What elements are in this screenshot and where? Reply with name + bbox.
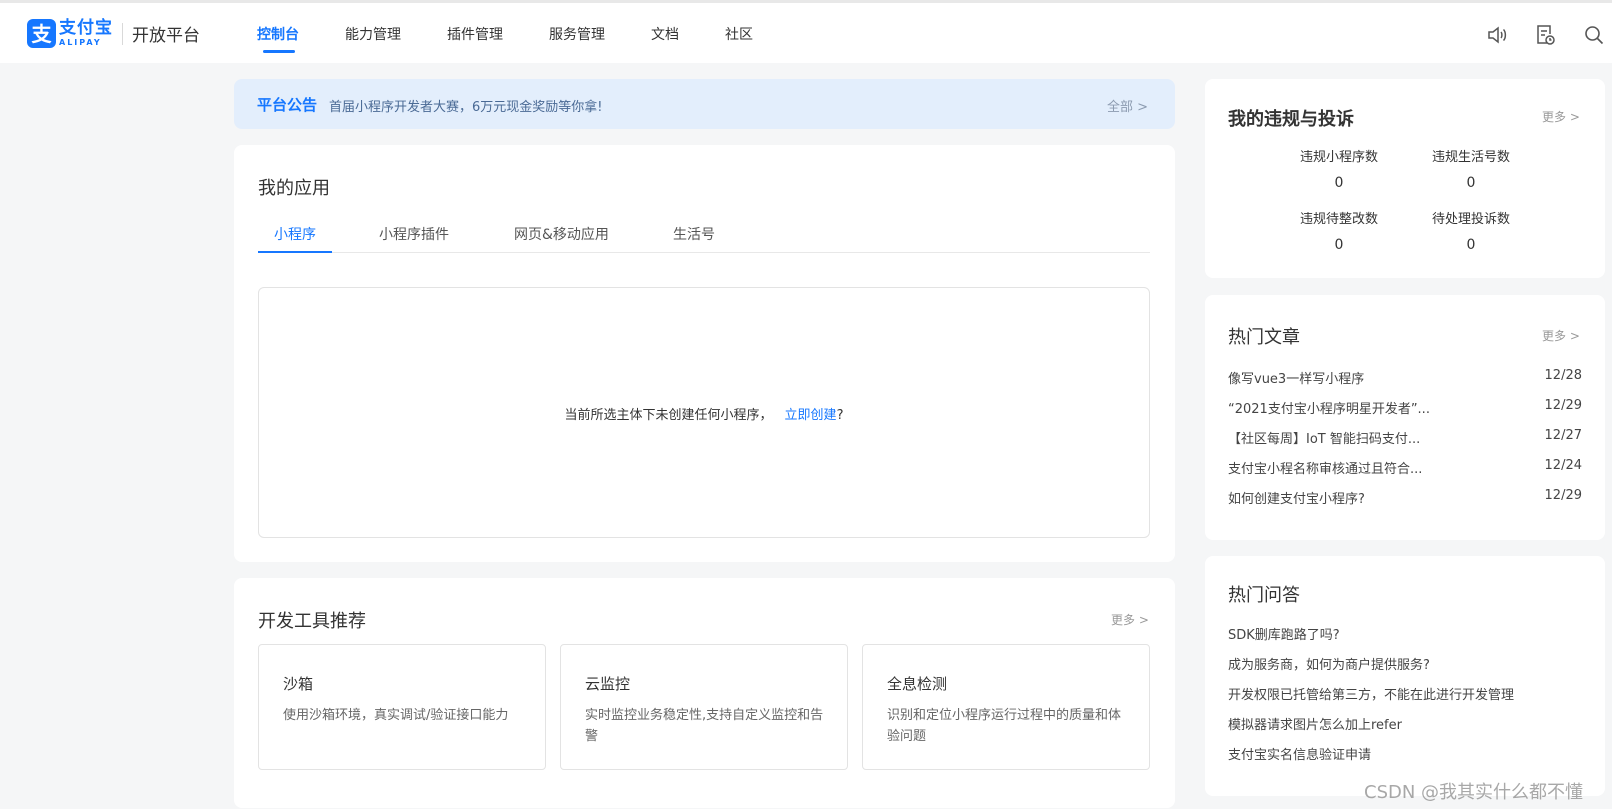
hot-articles-title: 热门文章 (1228, 327, 1300, 348)
notice-text[interactable]: 首届小程序开发者大赛，6万元现金奖励等你拿! (329, 96, 602, 115)
brand-name: 支付宝 (59, 18, 113, 38)
article-date: 12/29 (1544, 488, 1582, 503)
stat-label: 违规待整改数 (1299, 212, 1378, 227)
dev-tools-title: 开发工具推荐 (258, 611, 366, 632)
document-clock-icon[interactable] (1533, 23, 1557, 47)
alipay-logo-icon: 支 (27, 19, 56, 48)
article-title: 支付宝小程名称审核通过且符合... (1228, 462, 1423, 477)
stat-value[interactable]: 0 (1411, 237, 1531, 253)
tab-web-mobile-app[interactable]: 网页&移动应用 (514, 224, 609, 244)
tool-name: 沙箱 (283, 675, 314, 693)
article-date: 12/29 (1544, 398, 1582, 413)
qa-item[interactable]: 支付宝实名信息验证申请 (1228, 744, 1371, 763)
nav-community[interactable]: 社区 (725, 25, 753, 45)
stat-label: 违规小程序数 (1299, 150, 1378, 165)
qa-item[interactable]: 成为服务商，如何为商户提供服务? (1228, 654, 1430, 673)
article-item[interactable]: 像写vue3一样写小程序 12/28 (1228, 368, 1582, 387)
notice-all-link[interactable]: 全部 > (1107, 96, 1148, 115)
article-item[interactable]: “2021支付宝小程序明星开发者”... 12/29 (1228, 398, 1582, 417)
empty-state-message: 当前所选主体下未创建任何小程序， 立即创建? (259, 404, 1149, 423)
brand-name-en: ALIPAY (59, 38, 102, 47)
platform-name: 开放平台 (132, 26, 200, 46)
stat-label: 违规生活号数 (1431, 150, 1510, 165)
article-title: 如何创建支付宝小程序? (1228, 492, 1365, 507)
qa-item[interactable]: 开发权限已托管给第三方，不能在此进行开发管理 (1228, 684, 1514, 703)
article-title: 【社区每周】IoT 智能扫码支付... (1228, 432, 1421, 447)
tool-desc: 使用沙箱环境，真实调试/验证接口能力 (283, 708, 509, 723)
create-suffix: ? (836, 408, 844, 423)
tabs-divider (258, 252, 1150, 253)
speaker-icon[interactable] (1485, 23, 1509, 47)
qa-item[interactable]: SDK删库跑路了吗? (1228, 624, 1340, 643)
tab-active-indicator (258, 251, 332, 253)
qa-item[interactable]: 模拟器请求图片怎么加上refer (1228, 714, 1402, 733)
article-date: 12/24 (1544, 458, 1582, 473)
tool-name: 全息检测 (887, 675, 948, 693)
tool-card-holographic-detection[interactable]: 全息检测 识别和定位小程序运行过程中的质量和体验问题 (862, 644, 1150, 770)
stat-value[interactable]: 0 (1279, 175, 1399, 191)
hot-qa-title: 热门问答 (1228, 585, 1300, 606)
stat-label: 待处理投诉数 (1431, 212, 1510, 227)
article-date: 12/28 (1544, 368, 1582, 383)
tool-card-cloud-monitor[interactable]: 云监控 实时监控业务稳定性,支持自定义监控和告警 (560, 644, 848, 770)
nav-active-indicator (263, 50, 295, 53)
csdn-watermark: CSDN @我其实什么都不懂 (1364, 782, 1584, 803)
nav-plugin-management[interactable]: 插件管理 (447, 25, 503, 45)
stat-value[interactable]: 0 (1411, 175, 1531, 191)
empty-state-box: 当前所选主体下未创建任何小程序， 立即创建? (258, 287, 1150, 538)
logo-divider (122, 22, 123, 45)
article-title: “2021支付宝小程序明星开发者”... (1228, 402, 1430, 417)
nav-service-management[interactable]: 服务管理 (549, 25, 605, 45)
violations-more-link[interactable]: 更多 > (1542, 108, 1580, 125)
nav-console[interactable]: 控制台 (257, 25, 299, 45)
article-item[interactable]: 支付宝小程名称审核通过且符合... 12/24 (1228, 458, 1582, 477)
article-item[interactable]: 如何创建支付宝小程序? 12/29 (1228, 488, 1582, 507)
search-icon[interactable] (1582, 23, 1606, 47)
alipay-logo[interactable]: 支 支付宝 ALIPAY 开放平台 (27, 19, 200, 48)
tab-life-account[interactable]: 生活号 (673, 224, 715, 244)
create-now-link[interactable]: 立即创建 (785, 408, 837, 423)
article-item[interactable]: 【社区每周】IoT 智能扫码支付... 12/27 (1228, 428, 1582, 447)
stat-value[interactable]: 0 (1279, 237, 1399, 253)
platform-notice-banner[interactable]: 平台公告 首届小程序开发者大赛，6万元现金奖励等你拿! 全部 > (234, 79, 1175, 129)
empty-state-text: 当前所选主体下未创建任何小程序， (564, 408, 773, 423)
hot-articles-more-link[interactable]: 更多 > (1542, 327, 1580, 344)
tab-mini-program[interactable]: 小程序 (274, 224, 316, 244)
tool-desc: 实时监控业务稳定性,支持自定义监控和告警 (585, 708, 824, 744)
tool-name: 云监控 (585, 675, 631, 693)
my-apps-title: 我的应用 (258, 178, 330, 199)
top-navbar: 支 支付宝 ALIPAY 开放平台 控制台 能力管理 插件管理 服务管理 文档 … (0, 3, 1612, 63)
tool-card-sandbox[interactable]: 沙箱 使用沙箱环境，真实调试/验证接口能力 (258, 644, 546, 770)
article-title: 像写vue3一样写小程序 (1228, 372, 1365, 387)
dev-tools-more-link[interactable]: 更多 > (1111, 611, 1149, 628)
tool-desc: 识别和定位小程序运行过程中的质量和体验问题 (887, 708, 1122, 744)
nav-docs[interactable]: 文档 (651, 25, 679, 45)
violations-title: 我的违规与投诉 (1228, 109, 1354, 130)
article-date: 12/27 (1544, 428, 1582, 443)
notice-title: 平台公告 (257, 96, 318, 114)
nav-capability-management[interactable]: 能力管理 (345, 25, 401, 45)
tab-mini-program-plugin[interactable]: 小程序插件 (379, 224, 449, 244)
